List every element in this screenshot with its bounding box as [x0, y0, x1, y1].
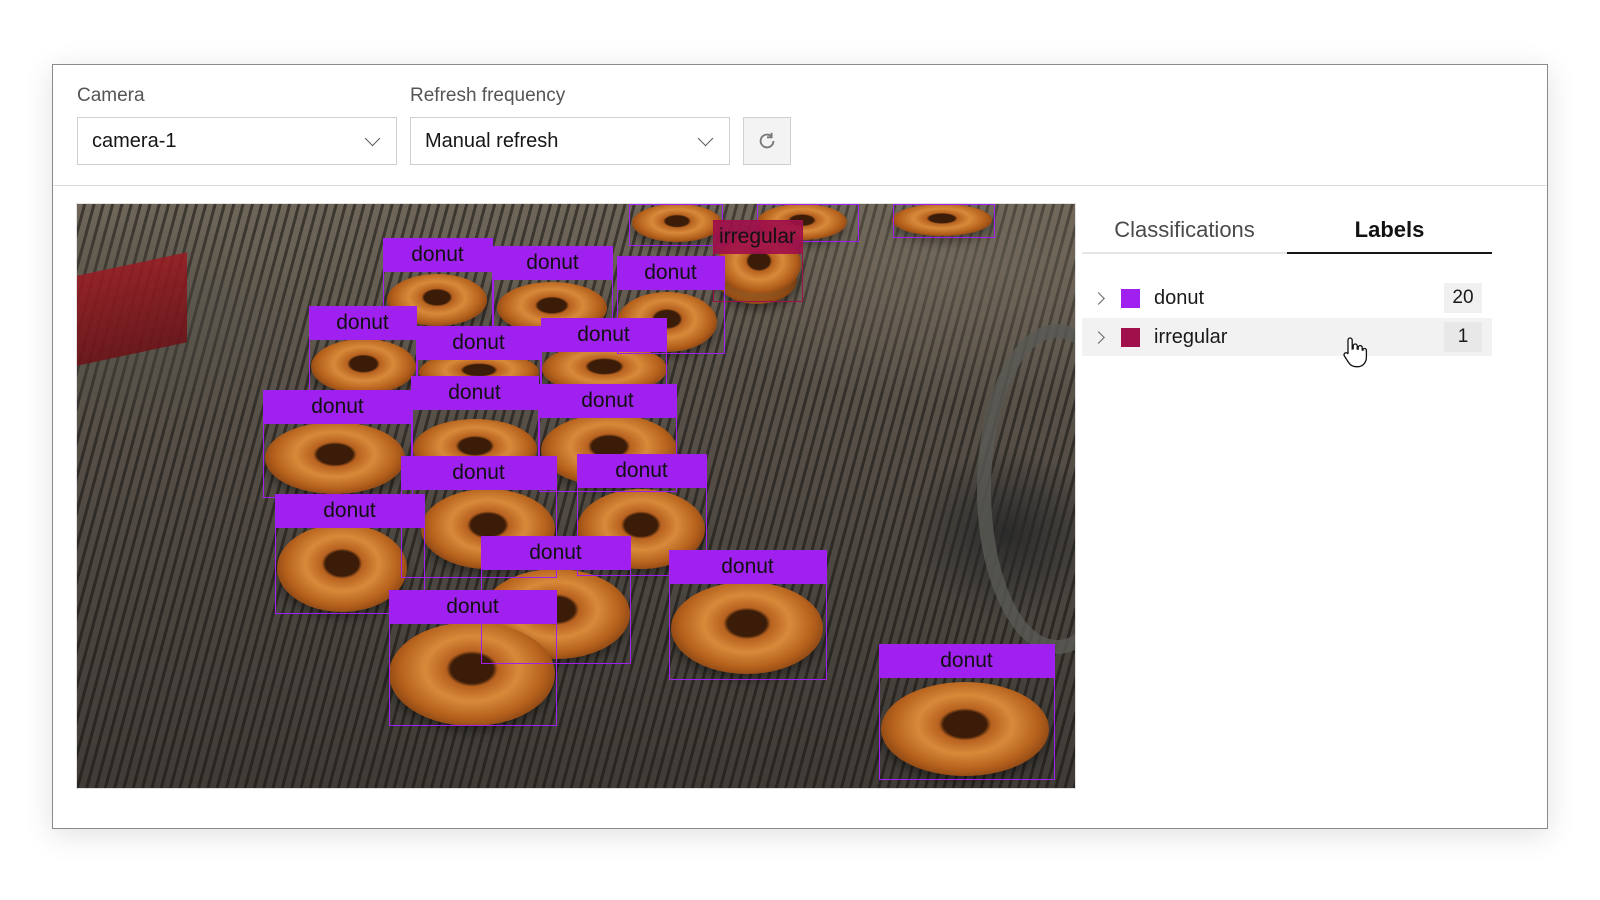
chevron-right-icon[interactable]	[1092, 330, 1105, 344]
detection-tag: donut	[668, 549, 827, 584]
detection-tag: donut	[878, 643, 1055, 678]
label-count: 20	[1444, 283, 1482, 313]
detection-box-donut[interactable]	[893, 204, 995, 238]
detection-box-donut[interactable]: donut	[308, 305, 417, 398]
detection-tag: donut	[262, 389, 413, 424]
label-name: irregular	[1154, 325, 1228, 348]
side-panel-tabs: Classifications Labels	[1082, 206, 1492, 256]
chevron-down-icon	[364, 130, 381, 146]
detection-tag: donut	[492, 245, 613, 280]
refresh-frequency-value: Manual refresh	[425, 129, 559, 152]
refresh-button[interactable]	[743, 117, 791, 165]
chevron-right-icon[interactable]	[1092, 291, 1105, 305]
detection-tag: donut	[538, 383, 677, 418]
tab-labels[interactable]: Labels	[1287, 206, 1492, 254]
detection-tag: donut	[616, 255, 725, 290]
detection-tag: donut	[410, 375, 539, 410]
camera-image-viewer: irregular donut donut donut donut donut …	[76, 203, 1076, 789]
detection-tag: donut	[388, 589, 557, 624]
detection-box-donut[interactable]	[629, 204, 723, 246]
color-swatch	[1121, 288, 1140, 308]
detection-box-donut[interactable]: donut	[668, 549, 827, 680]
detection-box-donut[interactable]: donut	[878, 643, 1055, 780]
detection-tag: donut	[480, 535, 631, 570]
detection-tag: donut	[540, 317, 667, 352]
label-row-donut[interactable]: donut 20	[1082, 279, 1492, 317]
hand-cursor-icon	[1343, 337, 1368, 368]
label-count: 1	[1444, 322, 1482, 352]
color-swatch	[1121, 327, 1140, 347]
detection-box-donut[interactable]: donut	[262, 389, 413, 498]
camera-frame: irregular donut donut donut donut donut …	[77, 204, 1075, 788]
detection-tag: donut	[382, 237, 493, 272]
label-row-irregular[interactable]: irregular 1	[1082, 318, 1492, 356]
detection-tag: donut	[308, 305, 417, 340]
detection-tag: donut	[416, 325, 541, 360]
detection-box-donut[interactable]: donut	[410, 375, 539, 466]
control-bar: Camera camera-1 Refresh frequency Manual…	[53, 65, 1547, 186]
camera-label: Camera	[77, 85, 145, 106]
refresh-frequency-label: Refresh frequency	[410, 85, 566, 106]
conveyor-red-edge	[77, 252, 187, 366]
detection-tag: donut	[576, 453, 707, 488]
detection-box-donut[interactable]: donut	[388, 589, 557, 726]
chevron-down-icon	[697, 130, 714, 146]
camera-select-value: camera-1	[92, 129, 177, 152]
tab-classifications[interactable]: Classifications	[1082, 206, 1287, 254]
conveyor-curve	[977, 324, 1075, 654]
detection-tag: donut	[400, 455, 557, 490]
detection-tag: irregular	[712, 219, 803, 254]
detection-tag: donut	[274, 493, 425, 528]
refresh-icon	[759, 132, 775, 149]
detection-box-irregular[interactable]: irregular	[712, 219, 803, 302]
label-name: donut	[1154, 286, 1205, 309]
refresh-frequency-select[interactable]: Manual refresh	[410, 117, 730, 165]
camera-select[interactable]: camera-1	[77, 117, 397, 165]
